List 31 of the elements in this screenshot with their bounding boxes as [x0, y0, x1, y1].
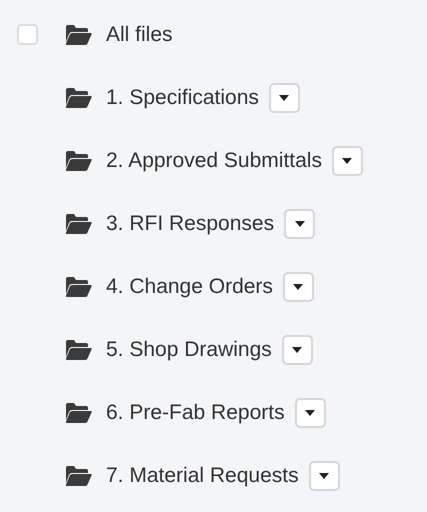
- folder-icon: [65, 88, 92, 108]
- folder-name[interactable]: 3. RFI Responses: [106, 208, 274, 240]
- folder-name[interactable]: All files: [106, 18, 173, 50]
- caret-icon: [279, 94, 290, 100]
- folder-icon: [65, 24, 92, 44]
- folder-name[interactable]: 2. Approved Submittals: [106, 144, 322, 176]
- dropdown-button[interactable]: [284, 208, 316, 238]
- caret-icon: [319, 472, 330, 478]
- folder-name[interactable]: 4. Change Orders: [106, 270, 273, 302]
- folder-icon: [65, 150, 92, 170]
- dropdown-button[interactable]: [294, 398, 326, 428]
- caret-icon: [293, 284, 304, 290]
- folder-icon: [65, 466, 92, 486]
- folder-name[interactable]: 7. Material Requests: [106, 460, 299, 492]
- dropdown-button[interactable]: [332, 146, 363, 176]
- dropdown-button[interactable]: [282, 272, 314, 302]
- folder-icon: [65, 214, 92, 234]
- caret-icon: [342, 158, 352, 164]
- caret-icon: [294, 220, 305, 226]
- dropdown-button[interactable]: [268, 82, 300, 112]
- folder-icon: [65, 340, 92, 360]
- folder-icon: [65, 402, 92, 422]
- checkbox[interactable]: [17, 24, 38, 45]
- folder-name[interactable]: 1. Specifications: [106, 82, 259, 114]
- folder-name[interactable]: 5. Shop Drawings: [106, 334, 272, 366]
- dropdown-button[interactable]: [282, 334, 313, 364]
- caret-icon: [292, 346, 302, 352]
- dropdown-button[interactable]: [308, 460, 340, 490]
- folder-name[interactable]: 6. Pre-Fab Reports: [106, 396, 285, 428]
- caret-icon: [305, 410, 316, 416]
- folder-icon: [65, 276, 92, 296]
